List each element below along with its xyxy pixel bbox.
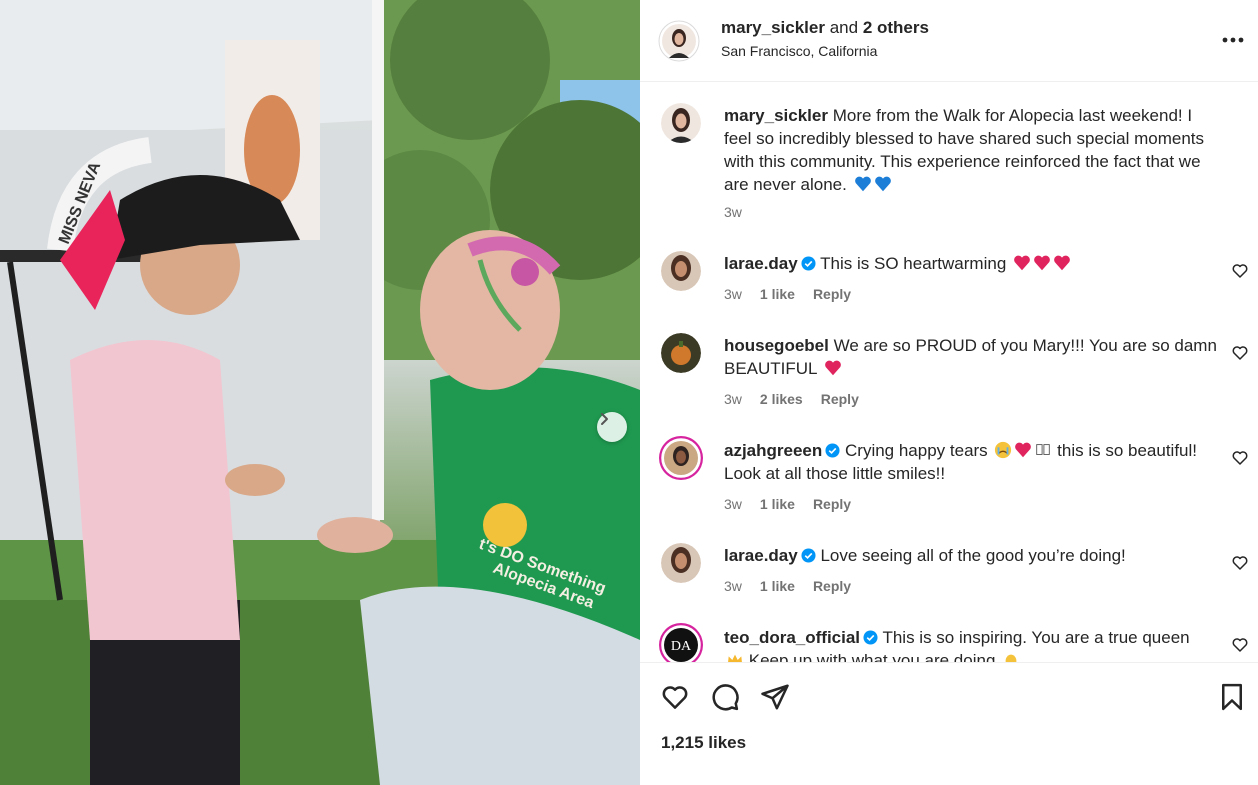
save-button[interactable] <box>1216 681 1248 713</box>
heart-icon[interactable] <box>1231 449 1249 467</box>
author-avatar[interactable] <box>658 20 700 62</box>
heart-icon[interactable] <box>1231 554 1249 572</box>
share-button[interactable] <box>759 681 791 713</box>
comment-username[interactable]: larae.day <box>724 546 798 565</box>
comment-body: This is so inspiring. You are a true que… <box>882 628 1190 647</box>
commenter-avatar-story-ring[interactable] <box>659 436 703 480</box>
comment-body: This is SO heartwarming <box>820 254 1007 273</box>
crying-face-icon <box>995 441 1012 459</box>
post-authors: mary_sickler and 2 others <box>721 18 929 38</box>
comment-time[interactable]: 3w <box>724 286 742 302</box>
likes-count[interactable]: 1,215 likes <box>661 733 746 753</box>
blue-heart-icon <box>854 176 871 192</box>
verified-badge-icon <box>801 256 816 271</box>
comment-likes[interactable]: 2 likes <box>760 391 803 407</box>
commenter-avatar[interactable] <box>661 543 701 583</box>
comment-username[interactable]: teo_dora_official <box>724 628 860 647</box>
caption-username[interactable]: mary_sickler <box>724 106 828 125</box>
blue-heart-icon <box>874 176 891 192</box>
post-header: mary_sickler and 2 others San Francisco,… <box>640 0 1258 82</box>
tent-canopy <box>0 0 380 140</box>
red-heart-icon <box>824 360 841 376</box>
more-options-button[interactable] <box>1218 25 1248 55</box>
comment-meta: 3w 1 like Reply <box>724 286 869 302</box>
caption-time[interactable]: 3w <box>724 204 742 220</box>
comment-meta: 3w 1 like Reply <box>724 496 869 512</box>
comment-username[interactable]: housegoebel <box>724 336 829 355</box>
comment-icon <box>712 684 739 711</box>
caption-avatar[interactable] <box>661 103 701 143</box>
comment-body: Crying happy tears <box>845 441 988 460</box>
and-text: and <box>829 18 859 37</box>
red-heart-icon <box>1015 442 1032 458</box>
comment-text: azjahgreeen Crying happy tears this is s… <box>724 439 1224 485</box>
comment-likes[interactable]: 1 like <box>760 286 795 302</box>
red-heart-icon <box>1034 255 1050 271</box>
comment-likes[interactable]: 1 like <box>760 496 795 512</box>
others-link[interactable]: 2 others <box>863 18 929 37</box>
commenter-avatar-story-ring[interactable]: DA <box>659 623 703 662</box>
reply-button[interactable]: Reply <box>813 578 851 594</box>
comment-text: larae.day This is SO heartwarming <box>724 252 1224 275</box>
paper-plane-icon <box>761 684 789 710</box>
comment-meta: 3w 2 likes Reply <box>724 391 877 407</box>
caption-text: mary_sickler More from the Walk for Alop… <box>724 104 1224 196</box>
author-username[interactable]: mary_sickler <box>721 18 825 37</box>
like-button[interactable] <box>659 681 691 713</box>
reply-button[interactable]: Reply <box>813 286 851 302</box>
verified-badge-icon <box>801 548 816 563</box>
crown-icon <box>728 654 742 662</box>
comment-likes[interactable]: 1 like <box>760 578 795 594</box>
heart-icon[interactable] <box>1231 344 1249 362</box>
svg-text:DA: DA <box>671 639 692 654</box>
comment-button[interactable] <box>709 681 741 713</box>
clap-icon <box>1005 654 1017 662</box>
photo-illustration: MISS NEVA t's DO Something Alopecia Area <box>0 0 640 785</box>
child-shirt <box>70 340 240 640</box>
heart-icon[interactable] <box>1231 636 1249 654</box>
comment-time[interactable]: 3w <box>724 391 742 407</box>
comment-username[interactable]: azjahgreeen <box>724 441 822 460</box>
post-photo[interactable]: MISS NEVA t's DO Something Alopecia Area <box>0 0 640 785</box>
red-heart-icon <box>1014 255 1030 271</box>
post-actions: 1,215 likes <box>640 662 1258 785</box>
post-location[interactable]: San Francisco, California <box>721 43 877 59</box>
reply-button[interactable]: Reply <box>813 496 851 512</box>
heart-icon <box>662 686 688 709</box>
comment-body: Love seeing all of the good you’re doing… <box>820 546 1126 565</box>
tent-pole <box>372 0 384 520</box>
comments-list[interactable]: mary_sickler More from the Walk for Alop… <box>640 83 1258 662</box>
verified-badge-icon <box>825 443 840 458</box>
verified-badge-icon <box>863 630 878 645</box>
comment-time[interactable]: 3w <box>724 496 742 512</box>
red-heart-icon <box>1054 255 1070 271</box>
chevron-right-icon <box>601 413 608 425</box>
comment-time[interactable]: 3w <box>724 578 742 594</box>
bookmark-icon <box>1222 683 1242 711</box>
commenter-avatar[interactable] <box>661 251 701 291</box>
next-photo-button[interactable] <box>597 412 627 442</box>
comment-username[interactable]: larae.day <box>724 254 798 273</box>
comment-meta: 3w 1 like Reply <box>724 578 869 594</box>
commenter-avatar[interactable] <box>661 333 701 373</box>
post-side-panel: mary_sickler and 2 others San Francisco,… <box>640 0 1258 785</box>
caption-meta: 3w <box>724 204 760 220</box>
heart-icon[interactable] <box>1231 262 1249 280</box>
reply-button[interactable]: Reply <box>821 391 859 407</box>
comment-body-continued: Keep up with what you are doing <box>748 651 996 662</box>
hands-icon <box>1036 444 1051 455</box>
comment-text: larae.day Love seeing all of the good yo… <box>724 544 1224 567</box>
more-horizontal-icon <box>1222 37 1244 43</box>
comment-text: housegoebel We are so PROUD of you Mary!… <box>724 334 1224 380</box>
comment-text: teo_dora_official This is so inspiring. … <box>724 626 1224 662</box>
